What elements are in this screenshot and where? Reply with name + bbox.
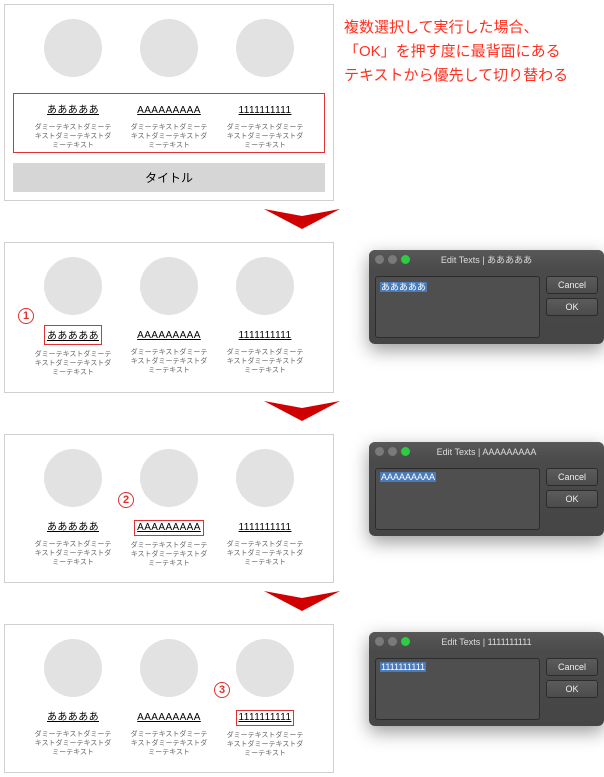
minimize-icon[interactable] <box>388 447 397 456</box>
zoom-icon[interactable] <box>401 637 410 646</box>
mockup-step3: あああああ ダミーテキストダミーテキストダミーテキストダミーテキスト AAAAA… <box>4 624 334 773</box>
dialog-title: Edit Texts | AAAAAAAAA <box>437 447 537 457</box>
dialog-title: Edit Texts | 1111111111 <box>441 637 531 647</box>
thumb-circle <box>140 449 198 507</box>
sub-c: ダミーテキストダミーテキストダミーテキストダミーテキスト <box>226 540 304 567</box>
ok-button[interactable]: OK <box>546 490 598 508</box>
window-controls[interactable] <box>375 447 410 456</box>
thumb-circle <box>236 257 294 315</box>
thumb-circle <box>140 19 198 77</box>
dialog-titlebar[interactable]: Edit Texts | AAAAAAAAA <box>369 442 604 462</box>
head-c: 1111111111 <box>237 329 294 342</box>
head-a: あああああ <box>44 325 102 345</box>
head-a: あああああ <box>45 707 101 724</box>
col-a <box>34 19 112 87</box>
head-b: AAAAAAAAA <box>135 104 203 117</box>
head-c: 1111111111 <box>236 710 295 726</box>
down-arrow-icon <box>264 209 340 229</box>
mockup-step2: あああああ ダミーテキストダミーテキストダミーテキストダミーテキスト AAAAA… <box>4 434 334 583</box>
thumb-circle <box>236 19 294 77</box>
sub-a: ダミーテキストダミーテキストダミーテキストダミーテキスト <box>34 540 112 567</box>
dialog-title: Edit Texts | あああああ <box>441 255 532 265</box>
head-a: あああああ <box>45 517 101 534</box>
col-b <box>130 19 208 87</box>
dialog-step3: Edit Texts | 1111111111 1111111111 Cance… <box>369 632 604 726</box>
sub-b: ダミーテキストダミーテキストダミーテキストダミーテキスト <box>130 541 208 568</box>
head-b: AAAAAAAAA <box>135 329 203 342</box>
editor-textarea[interactable]: あああああ <box>375 276 540 338</box>
step-num-2: 2 <box>118 492 134 508</box>
editor-selection: 1111111111 <box>380 662 426 672</box>
thumb-circle <box>44 449 102 507</box>
down-arrow-icon <box>264 591 340 611</box>
down-arrow-icon <box>264 401 340 421</box>
editor-selection: あああああ <box>380 282 427 292</box>
sub-a: ダミーテキストダミーテキストダミーテキストダミーテキスト <box>34 350 112 377</box>
col-c <box>226 19 304 87</box>
sub-a: ダミーテキストダミーテキストダミーテキストダミーテキスト <box>34 730 112 757</box>
minimize-icon[interactable] <box>388 255 397 264</box>
close-icon[interactable] <box>375 447 384 456</box>
sub-c: ダミーテキストダミーテキストダミーテキストダミーテキスト <box>226 731 304 758</box>
dialog-step2: Edit Texts | AAAAAAAAA AAAAAAAAA Cancel … <box>369 442 604 536</box>
sub-b: ダミーテキストダミーテキストダミーテキストダミーテキスト <box>130 730 208 757</box>
mockup-step1: あああああ ダミーテキストダミーテキストダミーテキストダミーテキスト AAAAA… <box>4 242 334 392</box>
sub-b: ダミーテキストダミーテキストダミーテキストダミーテキスト <box>130 123 208 150</box>
thumb-circle <box>44 19 102 77</box>
selection-all: あああああ ダミーテキストダミーテキストダミーテキストダミーテキスト AAAAA… <box>13 93 325 153</box>
window-controls[interactable] <box>375 637 410 646</box>
head-c: 1111111111 <box>237 521 294 534</box>
head-b: AAAAAAAAA <box>134 520 204 536</box>
sub-c: ダミーテキストダミーテキストダミーテキストダミーテキスト <box>226 348 304 375</box>
dialog-step1: Edit Texts | あああああ あああああ Cancel OK <box>369 250 604 344</box>
sub-c: ダミーテキストダミーテキストダミーテキストダミーテキスト <box>226 123 304 150</box>
editor-textarea[interactable]: AAAAAAAAA <box>375 468 540 530</box>
sub-a: ダミーテキストダミーテキストダミーテキストダミーテキスト <box>34 123 112 150</box>
thumb-circle <box>236 449 294 507</box>
minimize-icon[interactable] <box>388 637 397 646</box>
thumb-circle <box>44 257 102 315</box>
close-icon[interactable] <box>375 255 384 264</box>
editor-textarea[interactable]: 1111111111 <box>375 658 540 720</box>
dialog-titlebar[interactable]: Edit Texts | あああああ <box>369 250 604 270</box>
thumb-circle <box>140 257 198 315</box>
head-a: あああああ <box>45 100 101 117</box>
cancel-button[interactable]: Cancel <box>546 276 598 294</box>
step-num-3: 3 <box>214 682 230 698</box>
zoom-icon[interactable] <box>401 447 410 456</box>
head-c: 1111111111 <box>237 104 294 117</box>
note-text: 複数選択して実行した場合、 「OK」を押す度に最背面にある テキストから優先して… <box>338 0 574 88</box>
head-b: AAAAAAAAA <box>135 711 203 724</box>
zoom-icon[interactable] <box>401 255 410 264</box>
mockup-top: あああああ ダミーテキストダミーテキストダミーテキストダミーテキスト AAAAA… <box>4 4 334 201</box>
cancel-button[interactable]: Cancel <box>546 658 598 676</box>
sub-b: ダミーテキストダミーテキストダミーテキストダミーテキスト <box>130 348 208 375</box>
thumb-circle <box>236 639 294 697</box>
close-icon[interactable] <box>375 637 384 646</box>
editor-selection: AAAAAAAAA <box>380 472 436 482</box>
thumb-circle <box>140 639 198 697</box>
window-controls[interactable] <box>375 255 410 264</box>
cancel-button[interactable]: Cancel <box>546 468 598 486</box>
ok-button[interactable]: OK <box>546 298 598 316</box>
thumb-circle <box>44 639 102 697</box>
dialog-titlebar[interactable]: Edit Texts | 1111111111 <box>369 632 604 652</box>
ok-button[interactable]: OK <box>546 680 598 698</box>
title-bar: タイトル <box>13 163 325 192</box>
